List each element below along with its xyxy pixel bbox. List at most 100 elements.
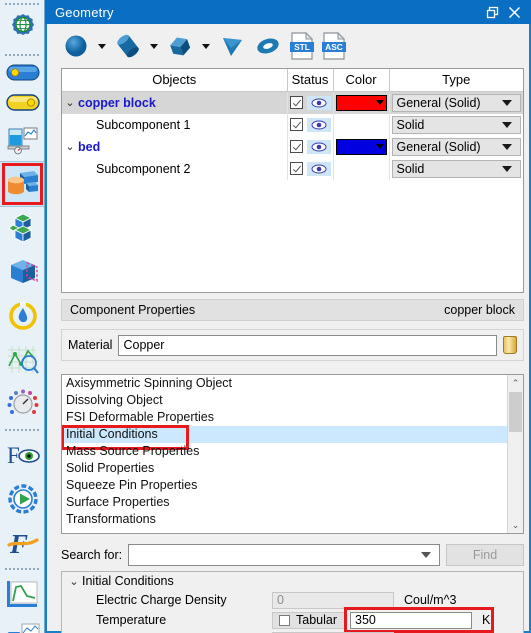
properties-list[interactable]: Axisymmetric Spinning Object Dissolving … bbox=[62, 375, 507, 533]
material-input[interactable]: Copper bbox=[118, 334, 497, 356]
scroll-down-icon[interactable]: ⌄ bbox=[508, 517, 523, 533]
type-value: Solid bbox=[396, 161, 425, 176]
material-database-icon[interactable] bbox=[503, 336, 517, 354]
list-item[interactable]: Mass Source Properties bbox=[62, 443, 507, 460]
sphere-tool[interactable] bbox=[59, 27, 93, 65]
export-arrow-icon bbox=[7, 623, 39, 633]
sidebar-item-initial[interactable] bbox=[0, 294, 44, 338]
column-header-type[interactable]: Type bbox=[389, 69, 523, 92]
column-header-color[interactable]: Color bbox=[333, 69, 390, 92]
sidebar-item-export[interactable] bbox=[0, 616, 44, 633]
sidebar-item-flow[interactable]: F bbox=[0, 521, 44, 565]
objects-table: Objects Status Color Type ⌄ copper block… bbox=[62, 69, 523, 180]
visibility-eye-icon[interactable] bbox=[306, 161, 331, 176]
list-item[interactable]: Dissolving Object bbox=[62, 392, 507, 409]
table-row[interactable]: ⌄ bed General (Solid) bbox=[62, 135, 523, 158]
globe-gear-icon bbox=[11, 14, 34, 35]
type-value: General (Solid) bbox=[396, 139, 481, 154]
tabular-checkbox[interactable] bbox=[279, 614, 290, 626]
search-label: Search for: bbox=[61, 548, 123, 562]
sidebar-item-preview[interactable]: F bbox=[0, 433, 44, 477]
color-swatch-button[interactable] bbox=[335, 138, 387, 155]
list-item[interactable]: Solid Properties bbox=[62, 460, 507, 477]
status-checkbox[interactable] bbox=[289, 118, 303, 131]
objects-table-container: Objects Status Color Type ⌄ copper block… bbox=[61, 68, 524, 293]
tabular-toggle[interactable]: Tabular bbox=[272, 611, 346, 629]
close-icon bbox=[508, 6, 520, 18]
sidebar-item-mesh[interactable] bbox=[0, 206, 44, 250]
type-dropdown[interactable]: General (Solid) bbox=[391, 137, 521, 156]
list-item[interactable]: Transformations bbox=[62, 511, 507, 528]
cylinder-tool[interactable] bbox=[111, 27, 145, 65]
close-button[interactable] bbox=[503, 1, 525, 23]
cylinder-dropdown[interactable] bbox=[147, 27, 161, 65]
column-header-objects[interactable]: Objects bbox=[62, 69, 288, 92]
sidebar-item-geometry[interactable] bbox=[0, 161, 44, 207]
sidebar-item-global[interactable] bbox=[0, 7, 44, 51]
geometry-panel: Geometry STL ASC Objects Status Color Ty… bbox=[45, 0, 531, 633]
chevron-down-icon bbox=[375, 144, 384, 149]
initial-conditions-title: Initial Conditions bbox=[82, 574, 174, 588]
box-dropdown[interactable] bbox=[199, 27, 213, 65]
color-swatch-button[interactable] bbox=[335, 94, 387, 111]
list-item[interactable]: Surface Properties bbox=[62, 494, 507, 511]
temperature-input[interactable]: 350 bbox=[350, 611, 472, 629]
sidebar-item-output[interactable] bbox=[0, 338, 44, 382]
properties-list-scrollbar[interactable]: ⌃ ⌄ bbox=[507, 375, 523, 533]
list-item[interactable]: FSI Deformable Properties bbox=[62, 409, 507, 426]
type-dropdown[interactable]: General (Solid) bbox=[391, 93, 521, 112]
table-row[interactable]: ⌄ copper block General (Solid) bbox=[62, 91, 523, 114]
status-checkbox[interactable] bbox=[289, 162, 303, 175]
chevron-down-icon bbox=[202, 43, 210, 49]
list-item[interactable]: Squeeze Pin Properties bbox=[62, 477, 507, 494]
sidebar-item-pill-yellow[interactable] bbox=[0, 88, 44, 118]
expand-chevron-icon[interactable]: ⌄ bbox=[62, 96, 78, 109]
type-dropdown[interactable]: Solid bbox=[391, 115, 521, 134]
expand-chevron-icon[interactable]: ⌄ bbox=[62, 140, 78, 153]
visibility-eye-icon[interactable] bbox=[306, 117, 331, 132]
find-button[interactable]: Find bbox=[446, 544, 524, 566]
color-cell-empty bbox=[333, 157, 390, 180]
table-row[interactable]: Subcomponent 1 Solid bbox=[62, 113, 523, 136]
column-header-status[interactable]: Status bbox=[287, 69, 334, 92]
scroll-up-icon[interactable]: ⌃ bbox=[508, 375, 523, 391]
geometry-blocks-icon bbox=[7, 171, 38, 195]
sidebar-item-run[interactable] bbox=[0, 477, 44, 521]
scrollbar-thumb[interactable] bbox=[509, 392, 522, 432]
box-tool[interactable] bbox=[163, 27, 197, 65]
sidebar-item-pill-blue[interactable] bbox=[0, 58, 44, 88]
graph-search-icon bbox=[7, 346, 39, 374]
tabular-label: Tabular bbox=[296, 613, 337, 627]
sidebar-item-numerics[interactable] bbox=[0, 382, 44, 426]
sphere-dropdown[interactable] bbox=[95, 27, 109, 65]
type-value: Solid bbox=[396, 117, 425, 132]
status-checkbox[interactable] bbox=[289, 96, 303, 109]
initial-conditions-row-temperature: Temperature Tabular 350 K bbox=[62, 607, 523, 633]
status-checkbox[interactable] bbox=[289, 140, 303, 153]
svg-text:ASC: ASC bbox=[325, 42, 343, 52]
type-dropdown[interactable]: Solid bbox=[391, 159, 521, 178]
svg-text:STL: STL bbox=[294, 42, 310, 52]
visibility-eye-icon[interactable] bbox=[306, 95, 331, 110]
sidebar-item-analyze[interactable] bbox=[0, 572, 44, 616]
search-input[interactable] bbox=[128, 544, 440, 566]
stl-file-icon: STL bbox=[290, 32, 314, 60]
list-item-initial-conditions[interactable]: Initial Conditions bbox=[62, 425, 507, 450]
chevron-down-icon bbox=[98, 43, 106, 49]
visibility-eye-icon[interactable] bbox=[306, 139, 331, 154]
asc-import-tool[interactable]: ASC bbox=[319, 27, 349, 65]
stl-import-tool[interactable]: STL bbox=[287, 27, 317, 65]
restore-button[interactable] bbox=[481, 1, 503, 23]
initial-conditions-header[interactable]: ⌄ Initial Conditions bbox=[62, 572, 523, 590]
sidebar-item-boundaries[interactable] bbox=[0, 250, 44, 294]
table-row[interactable]: Subcomponent 2 Solid bbox=[62, 157, 523, 180]
list-item[interactable]: Axisymmetric Spinning Object bbox=[62, 375, 507, 392]
torus-tool[interactable] bbox=[251, 27, 285, 65]
sidebar-item-fluids[interactable] bbox=[0, 118, 44, 162]
torus-icon bbox=[257, 38, 279, 54]
component-properties-header: Component Properties copper block bbox=[61, 299, 524, 321]
collapse-chevron-icon[interactable]: ⌄ bbox=[66, 575, 82, 588]
cone-tool[interactable] bbox=[215, 27, 249, 65]
beaker-chart-icon bbox=[7, 127, 37, 155]
electric-charge-density-input[interactable]: 0 bbox=[272, 591, 394, 609]
